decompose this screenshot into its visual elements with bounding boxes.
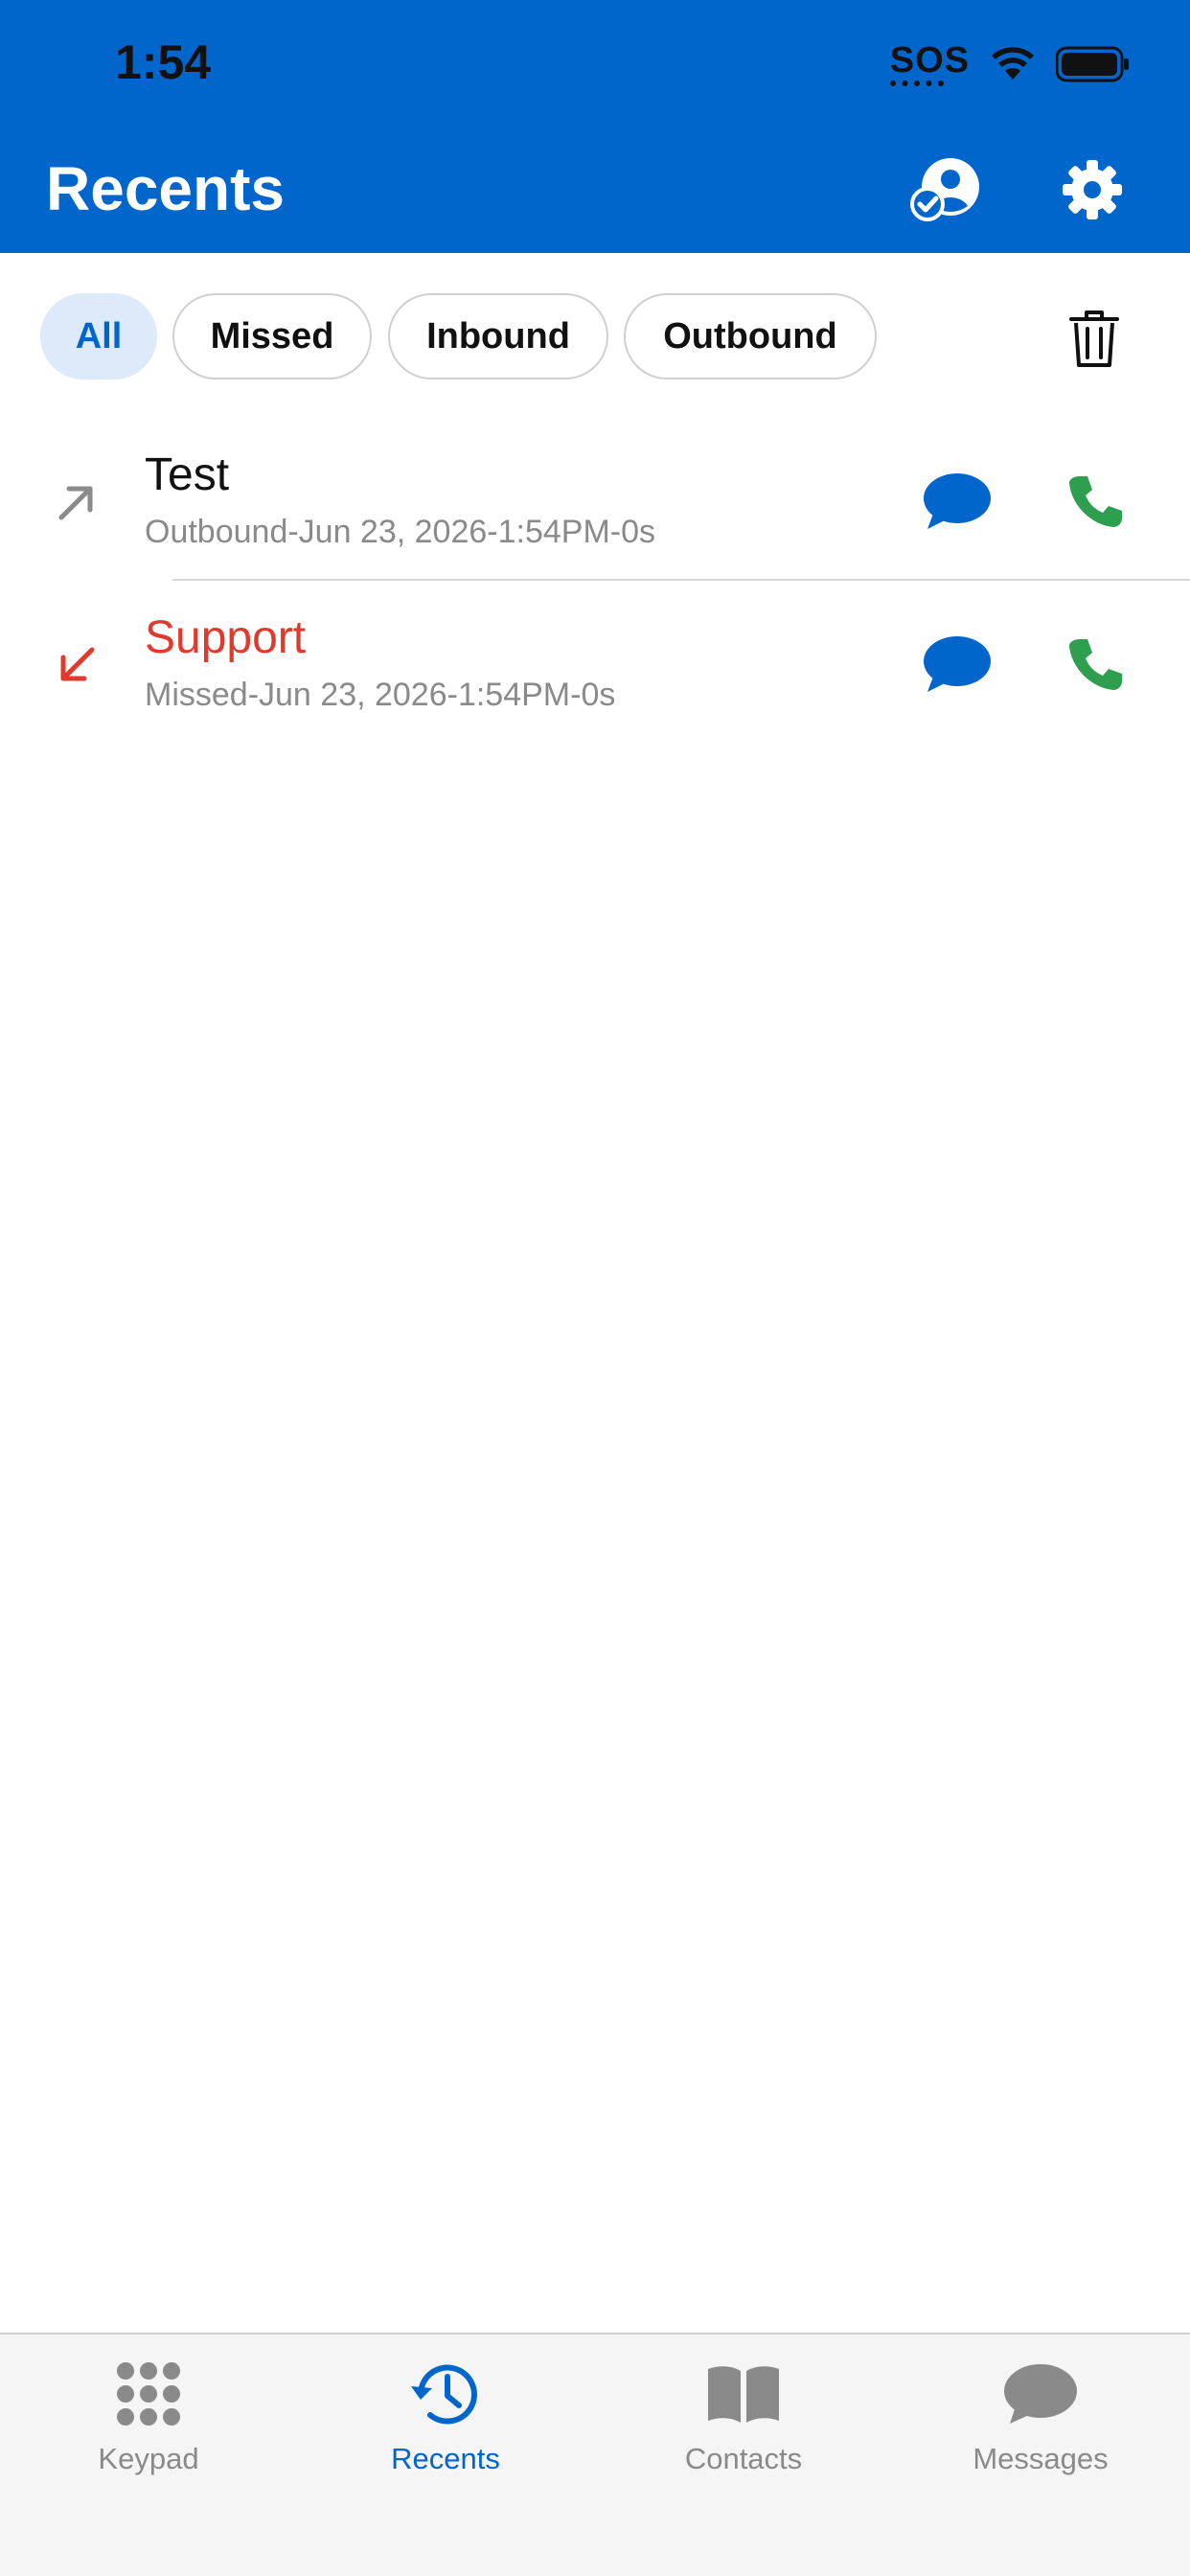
chat-bubble-icon	[924, 636, 991, 692]
tab-messages[interactable]: Messages	[930, 2356, 1151, 2499]
outbound-arrow-icon	[58, 486, 93, 520]
settings-button[interactable]	[1054, 151, 1131, 228]
tab-keypad[interactable]: Keypad	[38, 2356, 259, 2499]
tab-contacts[interactable]: Contacts	[633, 2356, 854, 2499]
call-name: Test	[145, 449, 230, 500]
phone-icon	[1069, 476, 1122, 527]
call-detail: Missed-Jun 23, 2026-1:54PM-0s	[145, 677, 616, 713]
sos-label: SOS	[889, 40, 970, 80]
tab-bar: Keypad Recents Contacts Messages	[0, 2333, 1190, 2576]
phone-icon	[1069, 639, 1122, 690]
call-row[interactable]: Support Missed-Jun 23, 2026-1:54PM-0s	[0, 585, 1190, 748]
message-button[interactable]	[919, 626, 995, 702]
account-status-button[interactable]	[908, 151, 985, 228]
trash-icon	[1069, 310, 1119, 367]
gear-icon	[1063, 160, 1122, 219]
clock-history-icon	[411, 2364, 477, 2425]
tab-label: Keypad	[98, 2442, 199, 2475]
call-button[interactable]	[1057, 463, 1133, 540]
call-name: Support	[145, 612, 307, 663]
book-icon	[708, 2366, 779, 2423]
chat-bubble-icon	[1004, 2364, 1077, 2424]
battery-icon	[1056, 46, 1129, 82]
sos-indicator: SOS	[889, 40, 970, 86]
filter-all[interactable]: All	[40, 293, 157, 380]
call-button[interactable]	[1057, 626, 1133, 702]
filter-bar: All Missed Inbound Outbound	[0, 288, 1190, 383]
user-check-icon	[910, 158, 979, 221]
call-detail: Outbound-Jun 23, 2026-1:54PM-0s	[145, 514, 656, 550]
message-button[interactable]	[919, 463, 995, 540]
chat-bubble-icon	[924, 473, 991, 529]
status-indicators: SOS	[889, 40, 1131, 86]
filter-outbound[interactable]: Outbound	[624, 293, 877, 380]
call-row[interactable]: Test Outbound-Jun 23, 2026-1:54PM-0s	[0, 422, 1190, 585]
page-title: Recents	[46, 154, 285, 223]
sos-signal-dots	[889, 80, 944, 86]
filter-inbound[interactable]: Inbound	[388, 293, 608, 380]
recents-screen: 1:54 SOS Recents All Missed Inbound Outb…	[0, 0, 1190, 2576]
tab-recents[interactable]: Recents	[335, 2356, 556, 2499]
tab-label: Messages	[973, 2442, 1109, 2475]
clear-recents-button[interactable]	[1060, 301, 1129, 378]
app-header: 1:54 SOS Recents	[0, 0, 1190, 253]
tab-label: Recents	[391, 2442, 500, 2475]
missed-arrow-icon	[60, 647, 95, 681]
tab-label: Contacts	[684, 2442, 803, 2475]
filter-missed[interactable]: Missed	[172, 293, 372, 380]
keypad-icon	[117, 2362, 180, 2426]
wifi-icon	[992, 47, 1034, 80]
row-divider	[172, 579, 1190, 581]
status-time: 1:54	[115, 35, 212, 89]
